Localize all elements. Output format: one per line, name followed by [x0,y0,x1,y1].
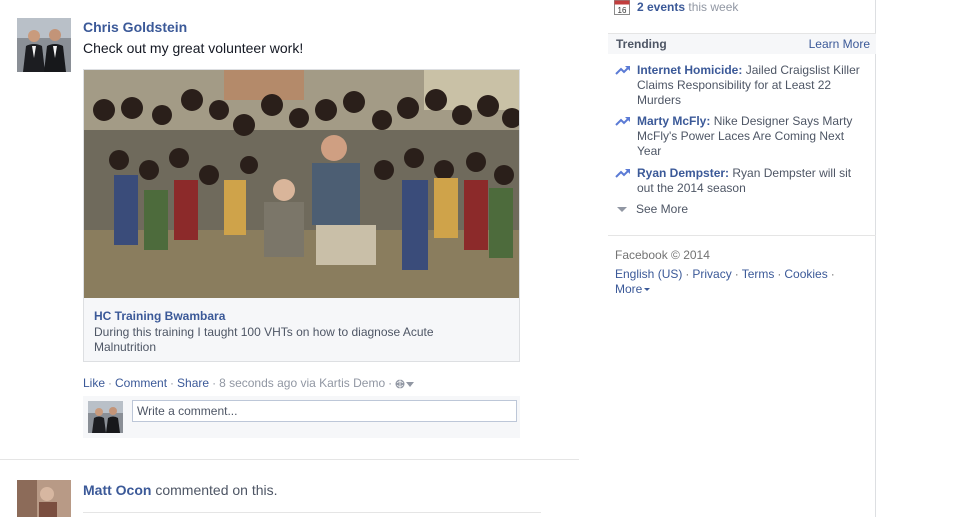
events-reminder[interactable]: 2 events this week [637,0,738,14]
footer-links: English (US) · Privacy · Terms · Cookies · More [615,267,835,296]
caret-down-icon [644,288,651,292]
events-count[interactable]: 2 events [637,0,685,14]
link-attachment[interactable]: HC Training Bwambara During this trainin… [83,69,520,362]
trending-topic[interactable]: Internet Homicide: [637,63,742,77]
calendar-icon: 16 [614,0,630,15]
separator: · [388,376,393,390]
column-divider [875,0,876,517]
footer-more[interactable]: More [615,282,651,296]
learn-more-link[interactable]: Learn More [809,37,870,51]
trending-arrow-icon [615,169,630,178]
separator: · [108,376,113,390]
see-more-label[interactable]: See More [636,202,688,216]
comment-input[interactable] [132,400,517,422]
trending-topic[interactable]: Marty McFly: [637,114,710,128]
post-text: Check out my great volunteer work! [83,40,304,56]
post-actions: Like · Comment · Share · 8 seconds ago via Kar… [83,376,417,390]
footer-more-label[interactable]: More [615,282,642,296]
post-author-name[interactable]: Chris Goldstein [83,19,187,35]
story-divider [0,459,579,460]
privacy-globe-icon[interactable] [395,376,417,390]
trending-title: Trending [616,37,667,51]
next-story-avatar[interactable] [17,480,71,517]
attachment-description: During this training I taught 100 VHTs o… [94,325,434,354]
share-link[interactable]: Share [177,376,209,390]
footer-link-cookies[interactable]: Cookies [784,267,827,281]
comment-link[interactable]: Comment [115,376,167,390]
footer-copyright: Facebook © 2014 [615,248,710,262]
next-story-header: Matt Ocon commented on this. [83,482,278,498]
trending-arrow-icon [615,66,630,75]
events-suffix: this week [688,0,739,14]
attachment-title[interactable]: HC Training Bwambara [94,309,225,323]
chevron-down-icon [617,207,627,213]
footer-link-privacy[interactable]: Privacy [692,267,731,281]
separator: · [212,376,217,390]
viewer-avatar [88,401,123,433]
footer-link-terms[interactable]: Terms [742,267,775,281]
next-story-text: commented on this. [155,482,278,498]
calendar-day: 16 [618,6,627,15]
comment-composer [83,396,520,438]
sidebar-divider [608,235,876,236]
next-story-divider [83,512,541,513]
like-link[interactable]: Like [83,376,105,390]
attachment-photo[interactable] [84,70,519,298]
post-timestamp[interactable]: 8 seconds ago via Kartis Demo [219,376,385,390]
trending-header: Trending Learn More [608,33,876,54]
trending-arrow-icon [615,117,630,126]
trending-topic[interactable]: Ryan Dempster: [637,166,729,180]
author-avatar[interactable] [17,18,71,72]
next-story-author[interactable]: Matt Ocon [83,482,151,498]
separator: · [170,376,175,390]
footer-link-language[interactable]: English (US) [615,267,682,281]
see-more-trending[interactable]: See More [617,202,688,216]
